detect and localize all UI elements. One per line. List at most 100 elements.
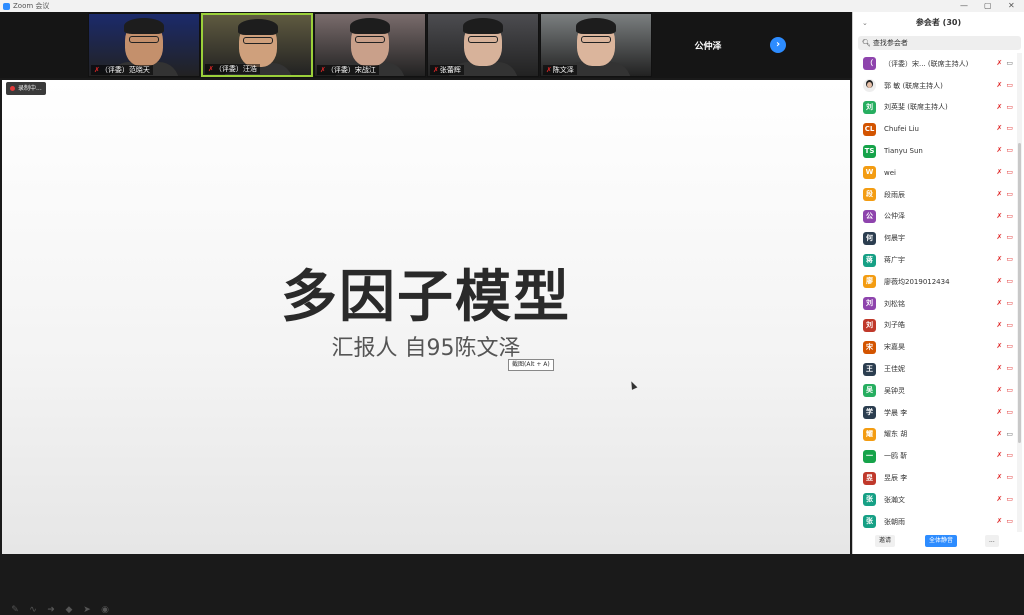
meeting-area: ✗（评委）范晓天 ✗（评委）汪浩 ✗（评委）宋战江 ✗张蕾辉 ✗陈文泽 公仲泽 › 录制… [0, 12, 852, 615]
pen-icon[interactable]: ✎ [10, 605, 20, 615]
camera-off-icon[interactable]: ▭ [1006, 81, 1013, 90]
mic-muted-icon[interactable]: ✗ [997, 342, 1003, 351]
mic-muted-icon[interactable]: ✗ [997, 364, 1003, 373]
mic-muted-icon[interactable]: ✗ [997, 146, 1003, 155]
mic-muted-icon[interactable]: ✗ [997, 517, 1003, 526]
squiggle-icon[interactable]: ∿ [28, 605, 38, 615]
mic-muted-icon[interactable]: ✗ [997, 124, 1003, 133]
mic-muted-icon[interactable]: ✗ [997, 255, 1003, 264]
camera-off-icon[interactable]: ▭ [1006, 255, 1013, 264]
minimize-icon[interactable]: — [960, 0, 968, 12]
camera-off-icon[interactable]: ▭ [1006, 364, 1013, 373]
participant-row[interactable]: 一一鸥 靳 ✗ ▭ [853, 445, 1017, 467]
participant-row[interactable]: 廖廖薇均2019012434 ✗ ▭ [853, 271, 1017, 293]
participant-row[interactable]: 学学晨 李 ✗ ▭ [853, 402, 1017, 424]
video-tile[interactable]: ✗（评委）范晓天 [88, 13, 200, 77]
avatar: 王 [863, 362, 876, 376]
participant-row[interactable]: 刘刘松铭 ✗ ▭ [853, 293, 1017, 315]
participant-row[interactable]: TS Tianyu Sun ✗ ▭ [853, 140, 1017, 162]
participant-search-input[interactable]: 🔍︎ 查找参会者 [858, 36, 1021, 50]
camera-off-icon[interactable]: ▭ [1006, 124, 1013, 133]
participant-row[interactable]: 何何晨宇 ✗ ▭ [853, 227, 1017, 249]
name-only-tile[interactable]: 公仲泽 [652, 13, 764, 77]
camera-off-icon[interactable]: ▭ [1006, 408, 1013, 417]
camera-on-icon[interactable]: ▭ [1006, 430, 1013, 439]
participant-scrollbar[interactable] [1017, 53, 1022, 534]
mic-muted-icon[interactable]: ✗ [997, 277, 1003, 286]
record-icon[interactable]: ◉ [100, 605, 110, 615]
participant-row[interactable]: 张张朝雨 ✗ ▭ [853, 511, 1017, 533]
camera-off-icon[interactable]: ▭ [1006, 342, 1013, 351]
camera-on-icon[interactable]: ▭ [1006, 59, 1013, 68]
video-tile[interactable]: ✗张蕾辉 [427, 13, 539, 77]
mic-muted-icon[interactable]: ✗ [997, 103, 1003, 112]
participant-status: ✗ ▭ [997, 81, 1014, 90]
participant-row[interactable]: （ （评委）宋... (联席主持人) ✗ ▭ [853, 53, 1017, 75]
participant-status: ✗ ▭ [997, 321, 1014, 330]
more-button[interactable]: ... [985, 535, 999, 547]
video-tile[interactable]: ✗陈文泽 [540, 13, 652, 77]
camera-off-icon[interactable]: ▭ [1006, 517, 1013, 526]
camera-off-icon[interactable]: ▭ [1006, 473, 1013, 482]
camera-off-icon[interactable]: ▭ [1006, 190, 1013, 199]
participant-row[interactable]: 段段雨辰 ✗ ▭ [853, 184, 1017, 206]
participant-row[interactable]: 刘刘英斐 (联席主持人) ✗ ▭ [853, 97, 1017, 119]
camera-off-icon[interactable]: ▭ [1006, 168, 1013, 177]
eraser-icon[interactable]: ◆ [64, 605, 74, 615]
mic-muted-icon[interactable]: ✗ [997, 321, 1003, 330]
participant-row[interactable]: Wwei ✗ ▭ [853, 162, 1017, 184]
mic-muted-icon[interactable]: ✗ [997, 168, 1003, 177]
collapse-icon[interactable]: ⌄ [862, 12, 868, 34]
camera-off-icon[interactable]: ▭ [1006, 146, 1013, 155]
scrollbar-thumb[interactable] [1018, 143, 1021, 443]
participant-row[interactable]: 蒋蒋广宇 ✗ ▭ [853, 249, 1017, 271]
close-icon[interactable]: ✕ [1008, 0, 1015, 12]
video-tile[interactable]: ✗（评委）宋战江 [314, 13, 426, 77]
pointer-icon[interactable]: ➤ [82, 605, 92, 615]
participant-row[interactable]: 昱昱辰 李 ✗ ▭ [853, 467, 1017, 489]
mic-muted-icon[interactable]: ✗ [997, 451, 1003, 460]
participant-row[interactable]: 公公仲泽 ✗ ▭ [853, 206, 1017, 228]
camera-off-icon[interactable]: ▭ [1006, 495, 1013, 504]
mic-muted-icon[interactable]: ✗ [997, 495, 1003, 504]
mic-muted-icon[interactable]: ✗ [997, 408, 1003, 417]
mic-muted-icon[interactable]: ✗ [997, 430, 1003, 439]
camera-off-icon[interactable]: ▭ [1006, 386, 1013, 395]
camera-off-icon[interactable]: ▭ [1006, 212, 1013, 221]
arrow-icon[interactable]: ➜ [46, 605, 56, 615]
video-tile[interactable]: ✗（评委）汪浩 [201, 13, 313, 77]
mic-muted-icon[interactable]: ✗ [997, 212, 1003, 221]
mic-muted-icon[interactable]: ✗ [997, 190, 1003, 199]
mute-all-button[interactable]: 全体静音 [925, 535, 958, 547]
participant-row[interactable]: 刘刘子皓 ✗ ▭ [853, 315, 1017, 337]
participant-name: 张瀚文 [884, 495, 905, 504]
camera-off-icon[interactable]: ▭ [1006, 277, 1013, 286]
mic-muted-icon[interactable]: ✗ [997, 473, 1003, 482]
participant-row[interactable]: 张张瀚文 ✗ ▭ [853, 489, 1017, 511]
camera-off-icon[interactable]: ▭ [1006, 451, 1013, 460]
invite-button[interactable]: 邀请 [875, 535, 896, 547]
next-page-button[interactable]: › [770, 37, 786, 53]
participant-row[interactable]: 吴吴钟灵 ✗ ▭ [853, 380, 1017, 402]
participant-row[interactable]: CL Chufei Liu ✗ ▭ [853, 118, 1017, 140]
participant-row[interactable]: 宋宋嘉昊 ✗ ▭ [853, 336, 1017, 358]
maximize-icon[interactable]: ▢ [984, 0, 992, 12]
camera-off-icon[interactable]: ▭ [1006, 321, 1013, 330]
mic-muted-icon[interactable]: ✗ [997, 233, 1003, 242]
mic-muted-icon[interactable]: ✗ [997, 299, 1003, 308]
participant-row[interactable]: 耀耀东 胡 ✗ ▭ [853, 424, 1017, 446]
recording-badge[interactable]: 录制中... [6, 82, 46, 95]
participant-list[interactable]: （（评委）宋... (联席主持人) ✗ ▭ 郭 敏 (联席主持人) ✗ ▭ 刘刘英斐 (联席… [853, 53, 1017, 534]
mic-muted-icon[interactable]: ✗ [997, 386, 1003, 395]
camera-off-icon[interactable]: ▭ [1006, 299, 1013, 308]
camera-off-icon[interactable]: ▭ [1006, 233, 1013, 242]
camera-off-icon[interactable]: ▭ [1006, 103, 1013, 112]
participant-row[interactable]: 郭 敏 (联席主持人) ✗ ▭ [853, 75, 1017, 97]
participant-status: ✗ ▭ [997, 517, 1014, 526]
participant-row[interactable]: 王王佳妮 ✗ ▭ [853, 358, 1017, 380]
participant-status: ✗ ▭ [997, 103, 1014, 112]
participant-name: 张朝雨 [884, 517, 905, 526]
participant-name: 耀东 胡 [884, 430, 908, 439]
mic-muted-icon[interactable]: ✗ [997, 81, 1003, 90]
mic-muted-icon[interactable]: ✗ [997, 59, 1003, 68]
